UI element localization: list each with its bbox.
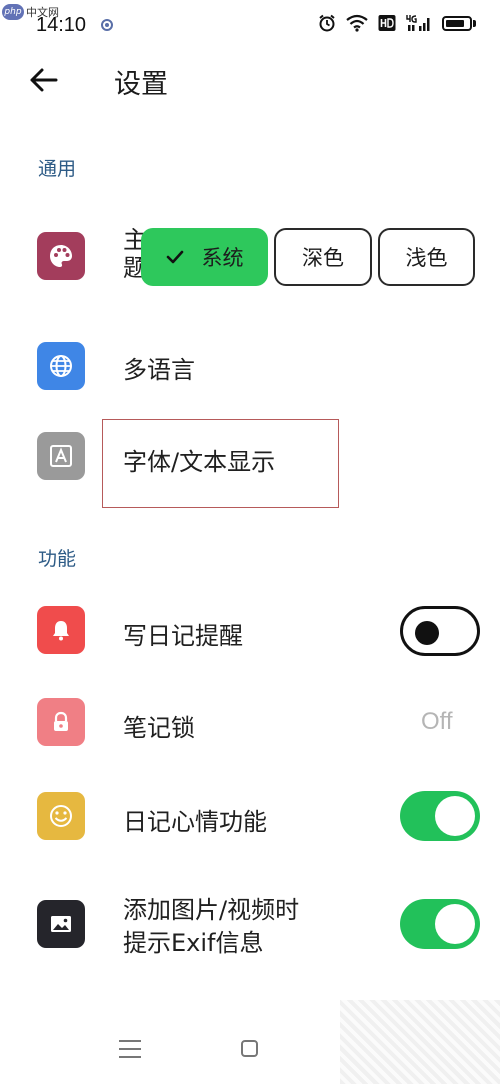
theme-light-button[interactable]: 浅色 [378,228,475,286]
section-features-header: 功能 [38,548,77,570]
bell-icon [37,606,85,654]
battery-icon [442,15,476,31]
image-icon [37,900,85,948]
theme-system-label: 系统 [201,246,244,270]
theme-dark-label: 深色 [302,246,344,270]
diary-reminder-label: 写日记提醒 [123,622,243,650]
blurred-corner [340,1000,500,1084]
theme-dark-button[interactable]: 深色 [274,228,372,286]
diary-reminder-toggle[interactable] [400,606,480,656]
status-bar: php 中文网 14:10 [0,0,500,46]
mood-toggle[interactable] [400,791,480,841]
wifi-icon [346,14,368,32]
section-general-header: 通用 [38,158,77,180]
exif-label-line1: 添加图片/视频时 [123,896,300,924]
theme-system-button[interactable]: 系统 [141,228,268,286]
recent-apps-icon[interactable] [119,1040,141,1058]
checkmark-icon [166,250,183,264]
home-icon[interactable] [241,1040,258,1057]
note-lock-value: Off [421,708,453,735]
page-title: 设置 [114,69,168,100]
exif-toggle[interactable] [400,899,480,949]
hd-icon [378,15,396,31]
watermark-logo: php [2,4,24,20]
language-label: 多语言 [123,356,195,384]
status-icons [318,14,476,32]
mood-label: 日记心情功能 [123,808,267,836]
exif-label: 添加图片/视频时 提示Exif信息 [123,894,299,960]
globe-icon [37,342,85,390]
palette-icon [37,232,85,280]
alarm-icon [319,14,335,32]
lock-icon [37,698,85,746]
note-lock-label: 笔记锁 [123,714,195,742]
language-row[interactable]: 多语言 [0,322,500,412]
annotation-highlight-box [102,419,339,508]
exif-label-line2: 提示Exif信息 [123,929,264,957]
status-time: 14:10 [36,14,87,36]
notification-icon [101,19,113,31]
font-a-icon [37,432,85,480]
theme-light-label: 浅色 [405,246,448,270]
signal-4g-icon [406,15,430,31]
smiley-icon [37,792,85,840]
back-arrow-icon[interactable] [28,64,60,96]
